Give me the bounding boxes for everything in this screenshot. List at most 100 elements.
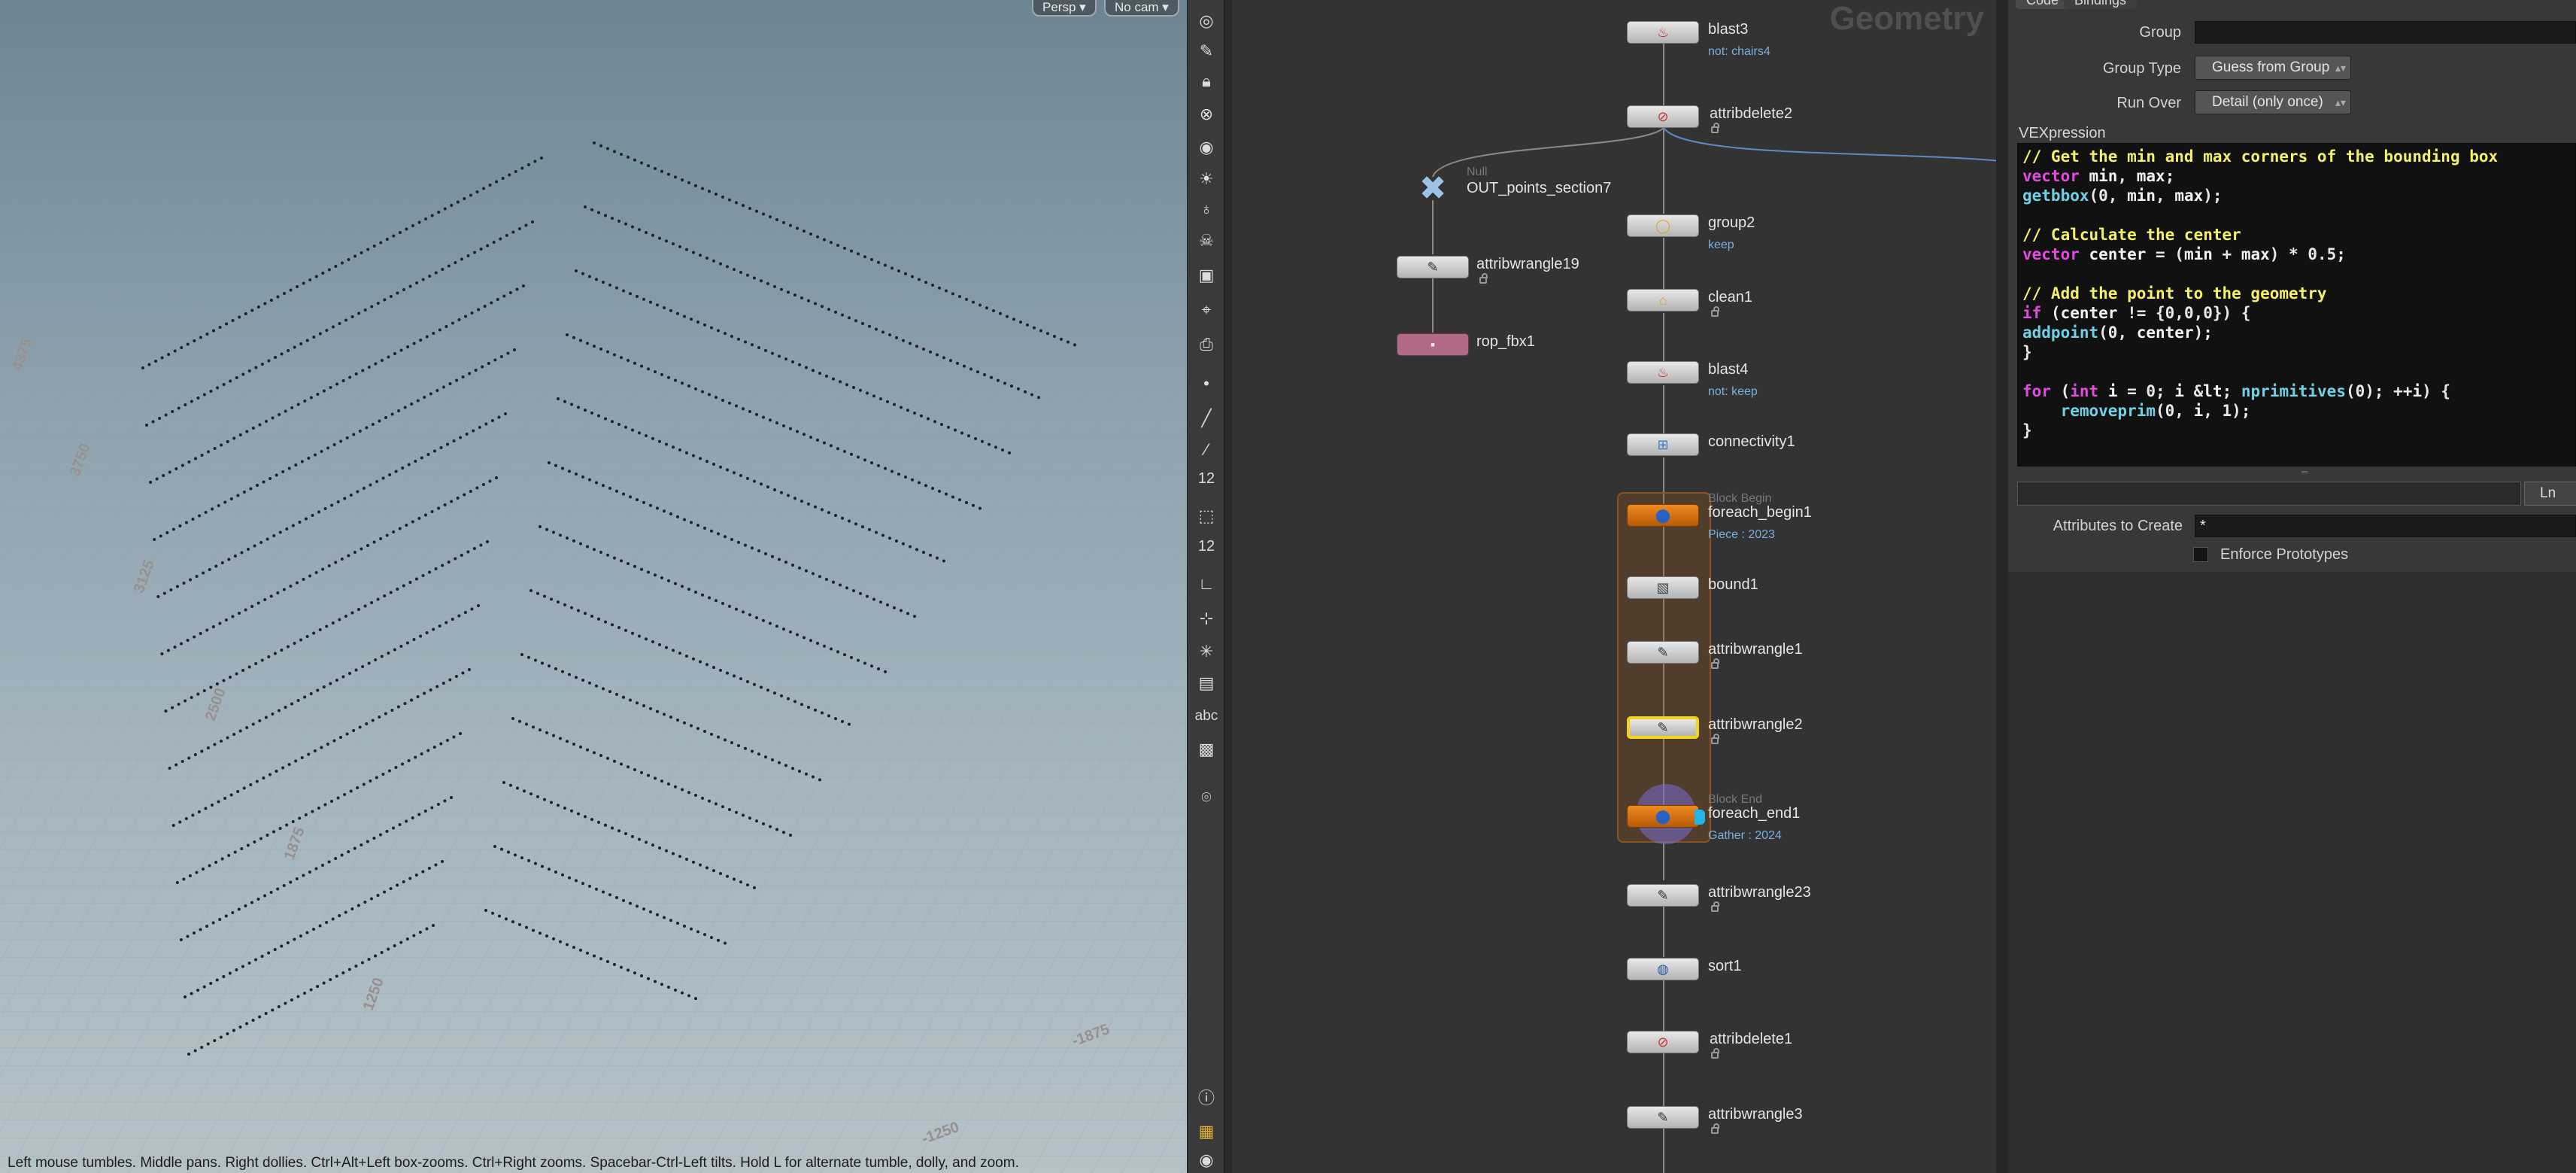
point-dot — [208, 864, 211, 868]
capture-icon[interactable]: ⎙ — [1194, 333, 1218, 357]
location-icon[interactable]: ⌾ — [1194, 786, 1218, 810]
point-dot — [438, 624, 441, 628]
measure-icon[interactable]: ⬚ — [1194, 504, 1218, 528]
run-over-label: Run Over — [2116, 95, 2181, 111]
point-dot — [588, 681, 591, 685]
skull-icon[interactable]: ☠ — [1194, 229, 1218, 253]
point-dot — [947, 425, 950, 429]
point-dot — [938, 286, 941, 290]
lock-icon[interactable]: 🔒︎ — [1194, 69, 1218, 93]
persp-menu-button[interactable]: Persp ▾ — [1032, 0, 1097, 17]
run-over-menu[interactable]: Detail (only once) ▴▾ — [2195, 90, 2351, 114]
camera-menu-button[interactable]: No cam ▾ — [1104, 0, 1179, 17]
line-number-button[interactable]: Ln — [2524, 482, 2576, 506]
pane-splitter[interactable] — [1996, 0, 2008, 1173]
point-dot — [174, 763, 178, 767]
handle-icon[interactable]: ⌖ — [1194, 298, 1218, 322]
point-dot — [809, 436, 812, 439]
text-icon[interactable]: abc — [1194, 704, 1218, 728]
point-dot — [687, 384, 690, 388]
node-icon[interactable]: ✳ — [1194, 640, 1218, 664]
point-dot — [1026, 323, 1029, 327]
camera-icon[interactable]: ▣ — [1194, 263, 1218, 287]
point-dot — [293, 937, 296, 941]
info-icon[interactable]: ⓘ — [1194, 1086, 1218, 1111]
point-dot — [211, 507, 214, 511]
point-dot — [184, 521, 188, 524]
point-dot — [667, 782, 670, 786]
visibility-icon[interactable]: ◉ — [1194, 1148, 1218, 1172]
point-dot — [1046, 332, 1049, 336]
bulb-icon[interactable]: ♁ — [1194, 197, 1218, 221]
point-dot — [543, 798, 546, 801]
resize-handle-icon[interactable]: ═ — [2301, 466, 2308, 477]
point-dot — [1067, 340, 1070, 344]
point-dot — [211, 921, 215, 925]
point-dot — [347, 554, 350, 558]
point-dot — [863, 661, 866, 665]
brush-icon[interactable]: ╱ — [1194, 406, 1218, 430]
point-dot — [708, 799, 711, 803]
point-dot — [274, 356, 277, 359]
tab-code[interactable]: Code — [2016, 0, 2070, 9]
code-search-field[interactable] — [2017, 482, 2521, 506]
point-dot — [269, 477, 272, 480]
point-dot — [385, 238, 389, 241]
point-dot — [665, 646, 668, 649]
picker-icon[interactable]: ⁄ — [1194, 438, 1218, 462]
point-dot — [678, 652, 681, 655]
point-dot — [408, 284, 412, 288]
point-dot — [979, 303, 982, 307]
point-dot — [289, 288, 293, 292]
point-dot — [755, 819, 758, 823]
point-dot — [461, 375, 465, 378]
enforce-prototypes-checkbox[interactable] — [2193, 547, 2208, 562]
point-dot — [798, 769, 801, 773]
point-dot — [232, 733, 236, 736]
point-dot — [602, 281, 605, 284]
ghost-icon[interactable]: ⊗ — [1194, 102, 1218, 126]
point-dot — [904, 476, 907, 479]
background-icon[interactable]: ▩ — [1194, 737, 1218, 761]
point-dot — [624, 425, 627, 429]
bound-icon: ▧ — [1656, 580, 1670, 595]
point-dot — [435, 685, 439, 688]
group-type-menu[interactable]: Guess from Group ▴▾ — [2195, 56, 2351, 80]
snap-icon[interactable]: ⊹ — [1194, 606, 1218, 631]
vex-code-editor[interactable]: // Get the min and max corners of the bo… — [2017, 143, 2576, 466]
point-dot — [516, 786, 519, 790]
delete-icon: ⊘ — [1657, 109, 1669, 124]
point-dot — [658, 439, 661, 443]
point-dot — [229, 379, 232, 383]
point-dot — [276, 295, 280, 299]
point-dot — [825, 577, 828, 581]
point-dot — [949, 359, 952, 363]
point-dot — [405, 524, 408, 527]
point-dot — [242, 491, 246, 494]
point-icon[interactable]: • — [1194, 372, 1218, 396]
count2-icon[interactable]: 12 — [1194, 534, 1218, 558]
tab-bindings[interactable]: Bindings — [2064, 0, 2138, 9]
point-dot — [451, 321, 454, 325]
scene-viewport[interactable]: Persp ▾ No cam ▾ -1875 -1250 1250 1875 2… — [0, 0, 1187, 1173]
point-dot — [482, 187, 486, 190]
group-field[interactable] — [2195, 21, 2576, 44]
display-icon[interactable]: ▤ — [1194, 671, 1218, 695]
layout-icon[interactable]: ▦ — [1194, 1120, 1218, 1144]
select-icon[interactable]: ✎ — [1194, 39, 1218, 63]
point-dot — [724, 738, 727, 742]
view-mode-icon[interactable]: ◎ — [1194, 9, 1218, 33]
point-dot — [624, 832, 627, 836]
count-icon[interactable]: 12 — [1194, 466, 1218, 491]
node-network-editor[interactable]: Geometry — [1224, 0, 1999, 1173]
point-dot — [383, 890, 387, 894]
point-dot — [636, 295, 639, 299]
ruler-icon[interactable]: ∟ — [1194, 572, 1218, 596]
light-icon[interactable]: ☀ — [1194, 167, 1218, 191]
attributes-to-create-field[interactable]: * — [2195, 515, 2576, 537]
point-dot — [180, 346, 184, 349]
snapshot-icon[interactable]: ◉ — [1194, 135, 1218, 160]
point-dot — [411, 816, 414, 819]
point-dot — [357, 904, 360, 907]
point-dot — [773, 691, 776, 695]
